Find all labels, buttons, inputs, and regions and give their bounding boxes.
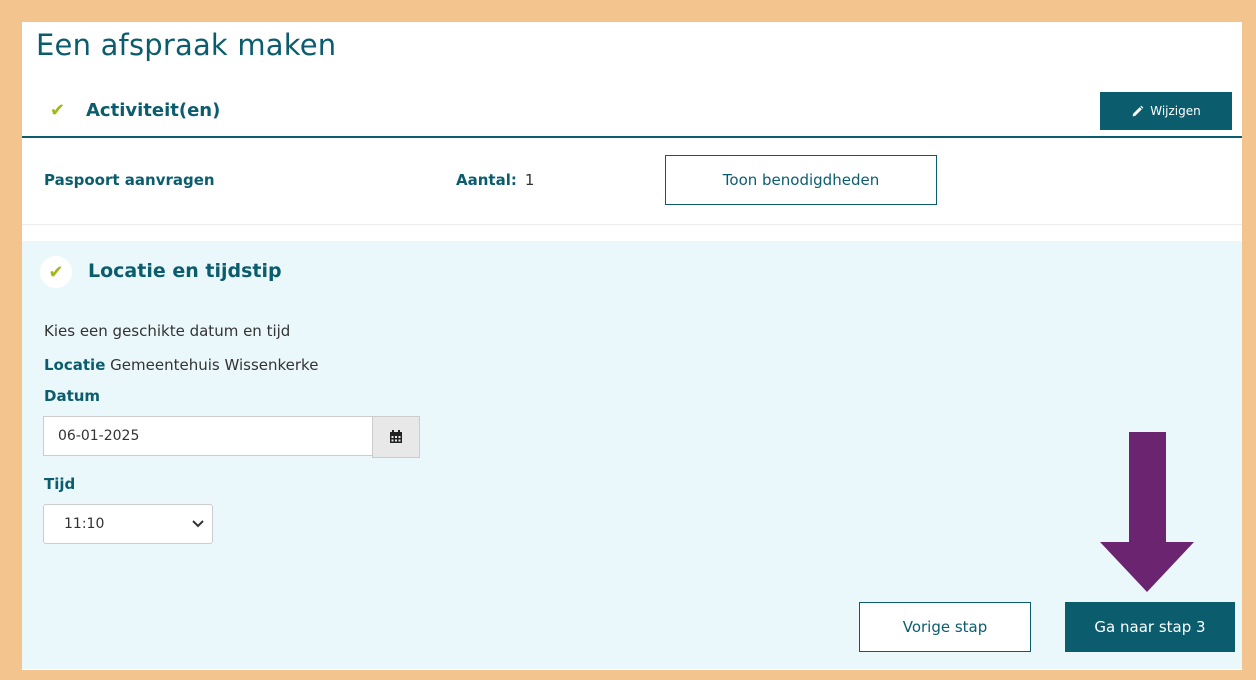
calendar-icon — [390, 430, 402, 443]
check-icon: ✔ — [50, 100, 66, 121]
date-label: Datum — [44, 387, 101, 405]
time-value: 11:10 — [64, 516, 105, 532]
count-value: 1 — [524, 171, 535, 189]
next-step-button[interactable]: Ga naar stap 3 — [1065, 602, 1235, 652]
previous-step-button[interactable]: Vorige stap — [859, 602, 1031, 652]
edit-button-label: Wijzigen — [1150, 104, 1201, 118]
pencil-icon — [1132, 105, 1144, 116]
location-value: Gemeentehuis Wissenkerke — [110, 356, 319, 374]
count-label: Aantal: — [456, 171, 517, 189]
check-icon: ✔ — [40, 256, 72, 288]
time-select[interactable]: 11:10 — [43, 504, 213, 544]
activity-count: Aantal: 1 — [456, 171, 534, 189]
activities-header: ✔ Activiteit(en) Wijzigen — [22, 88, 1242, 138]
instruction-text: Kies een geschikte datum en tijd — [44, 322, 291, 340]
purple-arrow-down-icon — [1100, 432, 1194, 592]
show-requirements-button[interactable]: Toon benodigdheden — [665, 155, 937, 205]
page-title: Een afspraak maken — [36, 28, 337, 62]
time-label: Tijd — [44, 475, 76, 493]
location-time-section: ✔ Locatie en tijdstip Kies een geschikte… — [22, 241, 1242, 669]
activity-row: Paspoort aanvragen Aantal: 1 Toon benodig… — [22, 138, 1242, 225]
location-time-title: Locatie en tijdstip — [88, 260, 282, 282]
activity-name: Paspoort aanvragen — [44, 171, 215, 189]
edit-activities-button[interactable]: Wijzigen — [1100, 92, 1232, 130]
date-input[interactable] — [43, 416, 389, 456]
activities-title: Activiteit(en) — [86, 100, 221, 121]
calendar-button[interactable] — [372, 416, 420, 458]
appointment-panel: Een afspraak maken ✔ Activiteit(en) Wijz… — [22, 22, 1242, 670]
location-label: Locatie — [44, 356, 106, 374]
chevron-down-icon — [192, 520, 204, 528]
location-line: Locatie Gemeentehuis Wissenkerke — [44, 356, 318, 374]
